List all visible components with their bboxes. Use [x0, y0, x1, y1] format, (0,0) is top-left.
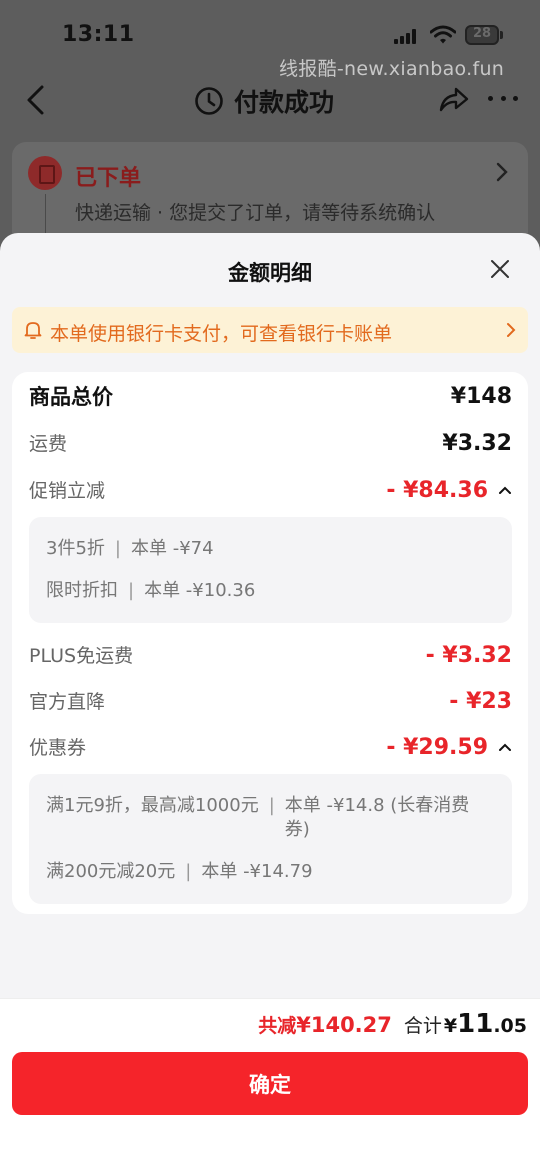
- promo-detail-amount: 本单 -¥10.36: [144, 580, 256, 601]
- promo-detail-amount: 本单 -¥74: [130, 538, 214, 559]
- bank-card-notice[interactable]: 本单使用银行卡支付，可查看银行卡账单: [12, 307, 528, 353]
- chevron-right-icon: [496, 162, 508, 182]
- status-time: 13:11: [62, 22, 135, 47]
- coupon-value: - ¥29.59: [386, 735, 488, 760]
- plus-shipping-value: - ¥3.32: [425, 643, 512, 668]
- goods-total-row: 商品总价 ¥148: [29, 382, 512, 412]
- total-integer: 11: [457, 1009, 494, 1039]
- share-icon[interactable]: [438, 84, 470, 114]
- total-discount-value: ¥140.27: [296, 1013, 392, 1037]
- shipping-row: 运费 ¥3.32: [29, 429, 512, 459]
- clock-icon: [195, 87, 223, 115]
- chevron-up-icon[interactable]: [498, 484, 512, 496]
- notice-text: 本单使用银行卡支付，可查看银行卡账单: [50, 323, 393, 345]
- order-description: 快递运输 · 您提交了订单，请等待系统确认: [75, 202, 436, 224]
- battery-icon: 28: [465, 25, 503, 45]
- nav-bar: 付款成功: [0, 74, 540, 126]
- promo-detail-box: 3件5折 | 本单 -¥74 限时折扣 | 本单 -¥10.36: [29, 517, 512, 623]
- coupon-detail-item: 满1元9折，最高减1000元 | 本单 -¥14.8 (长春消费券): [46, 794, 475, 842]
- coupon-detail-item: 满200元减20元 | 本单 -¥14.79: [46, 861, 313, 882]
- coupon-label: 优惠券: [29, 737, 87, 759]
- total-label: 合计: [403, 1015, 442, 1037]
- total-decimal: .05: [493, 1015, 527, 1037]
- page-title-text: 付款成功: [234, 88, 335, 117]
- total-currency: ¥: [443, 1015, 458, 1037]
- official-discount-value: - ¥23: [449, 689, 512, 714]
- coupon-detail-amount: 本单 -¥14.79: [201, 861, 313, 882]
- plus-shipping-row: PLUS免运费 - ¥3.32: [29, 641, 512, 671]
- order-badge-icon: [28, 156, 62, 190]
- amount-detail-card: 商品总价 ¥148 运费 ¥3.32 促销立减 - ¥84.36 3件5折 | 本单…: [12, 372, 528, 914]
- coupon-detail-name: 满1元9折，最高减1000元: [46, 795, 259, 816]
- promo-value: - ¥84.36: [386, 478, 488, 503]
- coupon-detail-amount: 本单 -¥14.8 (长春消费券): [284, 795, 470, 840]
- sheet-title: 金额明细: [228, 261, 312, 285]
- promo-detail-item: 3件5折 | 本单 -¥74: [46, 538, 214, 559]
- total-discount-label: 共减: [258, 1015, 297, 1037]
- promo-label: 促销立减: [29, 480, 106, 502]
- cellular-signal-icon: [394, 28, 420, 44]
- promo-row[interactable]: 促销立减 - ¥84.36: [29, 476, 512, 506]
- sheet-footer: 共减 ¥140.27 合计 ¥ 11 .05 确定: [0, 998, 540, 1168]
- goods-total-label: 商品总价: [29, 385, 113, 409]
- coupon-row[interactable]: 优惠券 - ¥29.59: [29, 733, 512, 763]
- plus-shipping-label: PLUS免运费: [29, 645, 134, 667]
- confirm-button[interactable]: 确定: [12, 1052, 528, 1115]
- total-summary: 共减 ¥140.27 合计 ¥ 11 .05: [258, 1009, 527, 1039]
- shipping-value: ¥3.32: [442, 431, 512, 456]
- official-discount-row: 官方直降 - ¥23: [29, 687, 512, 717]
- goods-total-value: ¥148: [450, 384, 512, 409]
- shipping-label: 运费: [29, 433, 68, 455]
- page-title: 付款成功: [194, 84, 334, 118]
- official-discount-label: 官方直降: [29, 691, 106, 713]
- background-page: 13:11 28 线报酷-new.xianbao.fun 付款成功 已下单 快递…: [0, 0, 540, 252]
- back-arrow-icon[interactable]: [22, 84, 50, 116]
- order-status-text: 已下单: [75, 166, 142, 191]
- coupon-detail-box: 满1元9折，最高减1000元 | 本单 -¥14.8 (长春消费券) 满200元减2…: [29, 774, 512, 904]
- more-icon[interactable]: [488, 96, 518, 104]
- wifi-icon: [430, 25, 456, 44]
- promo-detail-name: 3件5折: [46, 538, 105, 559]
- coupon-detail-name: 满200元减20元: [46, 861, 176, 882]
- battery-level: 28: [472, 26, 492, 41]
- bell-icon: [24, 322, 42, 339]
- timeline-line: [45, 194, 46, 234]
- chevron-up-icon[interactable]: [498, 741, 512, 753]
- promo-detail-item: 限时折扣 | 本单 -¥10.36: [46, 580, 256, 601]
- close-icon[interactable]: [489, 258, 511, 280]
- promo-detail-name: 限时折扣: [46, 580, 118, 601]
- chevron-right-icon: [507, 323, 516, 337]
